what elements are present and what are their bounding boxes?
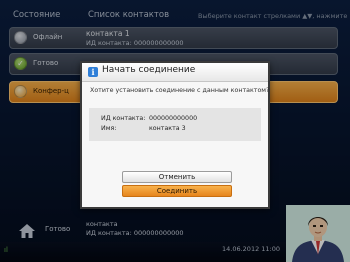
contact-id-value: 000000000000 (149, 115, 198, 122)
contact-name-value: контакта 3 (149, 125, 186, 132)
dialog-titlebar: i Начать соединение (82, 63, 268, 82)
start-call-dialog: i Начать соединение Хотите установить со… (80, 61, 270, 209)
contact-id-label: ИД контакта: (101, 115, 146, 122)
dialog-title: Начать соединение (102, 65, 196, 75)
cancel-button[interactable]: Отменить (122, 171, 232, 183)
dialog-question: Хотите установить соединение с данным ко… (90, 87, 270, 94)
main-screen: Состояние Список контактов Выберите конт… (0, 0, 350, 262)
contact-details-box: ИД контакта: 000000000000 Имя: контакта … (89, 108, 261, 141)
info-icon: i (88, 67, 98, 77)
connect-button[interactable]: Соединить (122, 185, 232, 197)
contact-name-label: Имя: (101, 125, 117, 132)
